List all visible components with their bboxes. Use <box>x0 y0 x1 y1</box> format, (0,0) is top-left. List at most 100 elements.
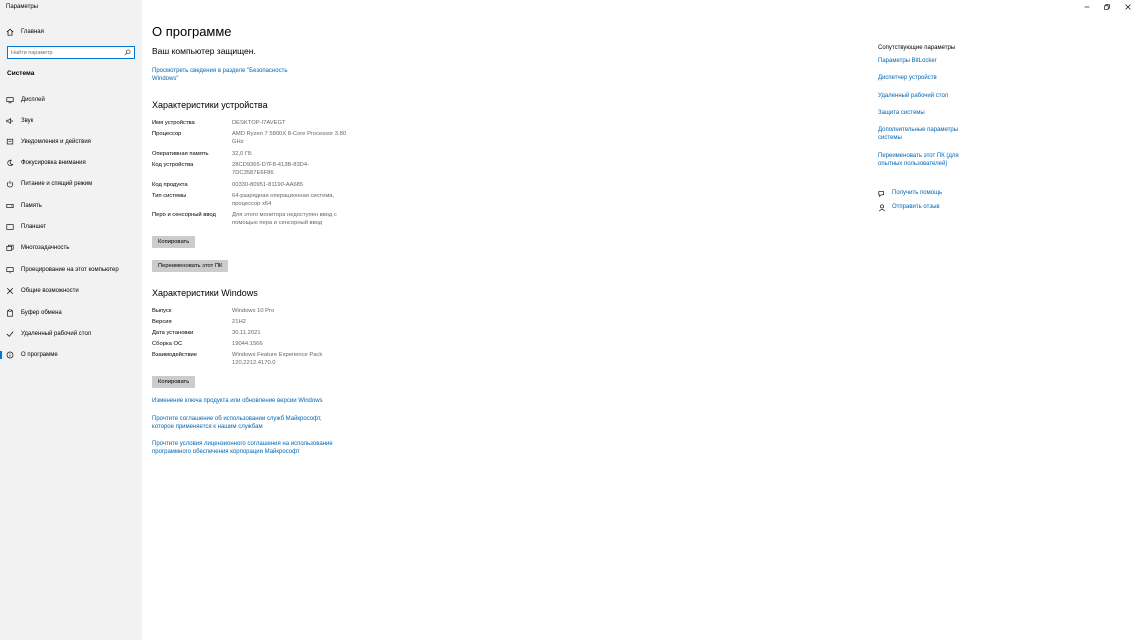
restore-icon <box>1104 4 1110 10</box>
sidebar-item-about[interactable]: О программе <box>0 348 142 362</box>
license-terms-link[interactable]: Прочтите условия лицензионного соглашени… <box>152 441 347 456</box>
spec-value: 00330-80951-81190-AA685 <box>232 182 304 188</box>
feedback-icon <box>878 204 886 212</box>
device-specs-heading: Характеристики устройства <box>152 100 268 110</box>
spec-value: 30.11.2021 <box>232 330 261 336</box>
remote-desktop-icon <box>6 330 14 338</box>
remote-desktop-link[interactable]: Удаленный рабочий стол <box>878 93 988 101</box>
help-chat-icon <box>878 191 884 198</box>
multitasking-icon <box>6 244 14 252</box>
rename-pc-advanced-link[interactable]: Переименовать этот ПК (для опытных польз… <box>878 153 973 168</box>
search-input[interactable] <box>8 47 121 58</box>
minimize-button[interactable] <box>1082 3 1092 13</box>
section-label: Система <box>7 70 35 77</box>
sidebar-item-multitasking[interactable]: Многозадачность <box>0 241 142 255</box>
spec-value: AMD Ryzen 7 5800X 8-Core Processor 3.80 … <box>232 131 347 145</box>
search-box[interactable] <box>7 46 135 59</box>
search-icon[interactable] <box>124 49 131 56</box>
sidebar-item-label: Фокусировка внимания <box>21 160 86 166</box>
sidebar-item-label: Планшет <box>21 224 47 230</box>
sidebar-item-power[interactable]: Питание и спящий режим <box>0 177 142 191</box>
sidebar-item-label: Дисплей <box>21 97 45 103</box>
shared-experiences-icon <box>6 287 14 295</box>
spec-value: 21H2 <box>232 319 246 325</box>
sidebar-item-display[interactable]: Дисплей <box>0 93 142 107</box>
spec-key: Код устройства <box>152 162 194 168</box>
minimize-icon <box>1084 6 1090 8</box>
services-agreement-link[interactable]: Прочтите соглашение об использовании слу… <box>152 416 332 431</box>
page-title: О программе <box>152 24 232 39</box>
display-icon <box>6 96 14 104</box>
spec-key: Процессор <box>152 131 182 137</box>
system-protection-link[interactable]: Защита системы <box>878 110 988 118</box>
window-title: Параметры <box>6 4 38 10</box>
copy-windows-specs-button[interactable]: Копировать <box>152 376 196 388</box>
spec-value: 19044.1566 <box>232 341 263 347</box>
projecting-icon <box>6 266 14 274</box>
tablet-icon <box>6 223 14 231</box>
sidebar-item-label: Общие возможности <box>21 288 79 294</box>
sidebar-item-remote-desktop[interactable]: Удаленный рабочий стол <box>0 327 142 341</box>
sidebar-item-label: Уведомления и действия <box>21 139 91 145</box>
spec-key: Код продукта <box>152 182 188 188</box>
sidebar-item-label: Питание и спящий режим <box>21 181 93 187</box>
sidebar-item-tablet[interactable]: Планшет <box>0 220 142 234</box>
close-button[interactable] <box>1123 3 1133 13</box>
related-settings-title: Сопутствующие параметры <box>878 45 956 51</box>
sidebar-item-notifications[interactable]: Уведомления и действия <box>0 135 142 149</box>
sidebar-item-projecting[interactable]: Проецирование на этот компьютер <box>0 263 142 277</box>
get-help-link[interactable]: Получить помощь <box>892 190 942 198</box>
device-manager-link[interactable]: Диспетчер устройств <box>878 75 988 83</box>
spec-key: Дата установки <box>152 330 194 336</box>
sidebar-item-label: Память <box>21 203 42 209</box>
spec-key: Имя устройства <box>152 120 195 126</box>
spec-key: Взаимодействие <box>152 352 198 358</box>
clipboard-icon <box>6 309 14 317</box>
protection-status: Ваш компьютер защищен. <box>152 46 256 56</box>
sidebar: Параметры Главная Система Дисплей Звук У… <box>0 0 142 640</box>
sidebar-item-shared-experiences[interactable]: Общие возможности <box>0 284 142 298</box>
sidebar-item-sound[interactable]: Звук <box>0 114 142 128</box>
bitlocker-link[interactable]: Параметры BitLocker <box>878 58 988 66</box>
spec-key: Сборка ОС <box>152 341 183 347</box>
sidebar-item-label: Проецирование на этот компьютер <box>21 267 119 273</box>
sidebar-item-storage[interactable]: Память <box>0 199 142 213</box>
get-help-row[interactable]: Получить помощь <box>878 190 942 198</box>
spec-value: Для этого монитора недоступен ввод с пом… <box>232 212 337 226</box>
sidebar-item-clipboard[interactable]: Буфер обмена <box>0 306 142 320</box>
sidebar-item-label: О программе <box>21 352 58 358</box>
spec-value: 64-разрядная операционная система, проце… <box>232 193 335 207</box>
home-icon <box>6 28 14 36</box>
spec-value: DESKTOP-I7AVEGT <box>232 120 286 126</box>
spec-key: Выпуск <box>152 308 172 314</box>
spec-key: Перо и сенсорный ввод <box>152 212 216 218</box>
sidebar-item-label: Многозадачность <box>21 245 70 251</box>
spec-value: Windows Feature Experience Pack 120.2212… <box>232 352 323 366</box>
copy-device-specs-button[interactable]: Копировать <box>152 236 196 248</box>
notifications-icon <box>6 138 14 146</box>
rename-pc-button[interactable]: Переименовать этот ПК <box>152 260 229 272</box>
storage-icon <box>6 202 14 210</box>
spec-key: Тип системы <box>152 193 187 199</box>
spec-key: Оперативная память <box>152 151 209 157</box>
sidebar-item-label: Главная <box>21 29 44 35</box>
sidebar-item-focus-assist[interactable]: Фокусировка внимания <box>0 156 142 170</box>
spec-value: 32,0 ГБ <box>232 151 252 157</box>
windows-specs-heading: Характеристики Windows <box>152 288 258 298</box>
feedback-row[interactable]: Отправить отзыв <box>878 204 940 212</box>
sidebar-item-home[interactable]: Главная <box>0 25 142 39</box>
sidebar-item-label: Звук <box>21 118 34 124</box>
change-product-key-link[interactable]: Изменение ключа продукта или обновление … <box>152 398 352 406</box>
advanced-system-settings-link[interactable]: Дополнительные параметры системы <box>878 127 973 142</box>
security-link[interactable]: Просмотреть сведения в разделе "Безопасн… <box>152 68 302 83</box>
power-icon <box>6 180 14 188</box>
info-icon <box>6 351 14 359</box>
spec-value: Windows 10 Pro <box>232 308 275 314</box>
send-feedback-link[interactable]: Отправить отзыв <box>892 204 940 212</box>
maximize-button[interactable] <box>1102 3 1112 13</box>
main-content: О программе Ваш компьютер защищен. Просм… <box>142 0 1138 640</box>
spec-key: Версия <box>152 319 172 325</box>
sidebar-item-label: Удаленный рабочий стол <box>21 331 92 337</box>
focus-assist-icon <box>6 159 14 167</box>
close-icon <box>1125 4 1131 10</box>
